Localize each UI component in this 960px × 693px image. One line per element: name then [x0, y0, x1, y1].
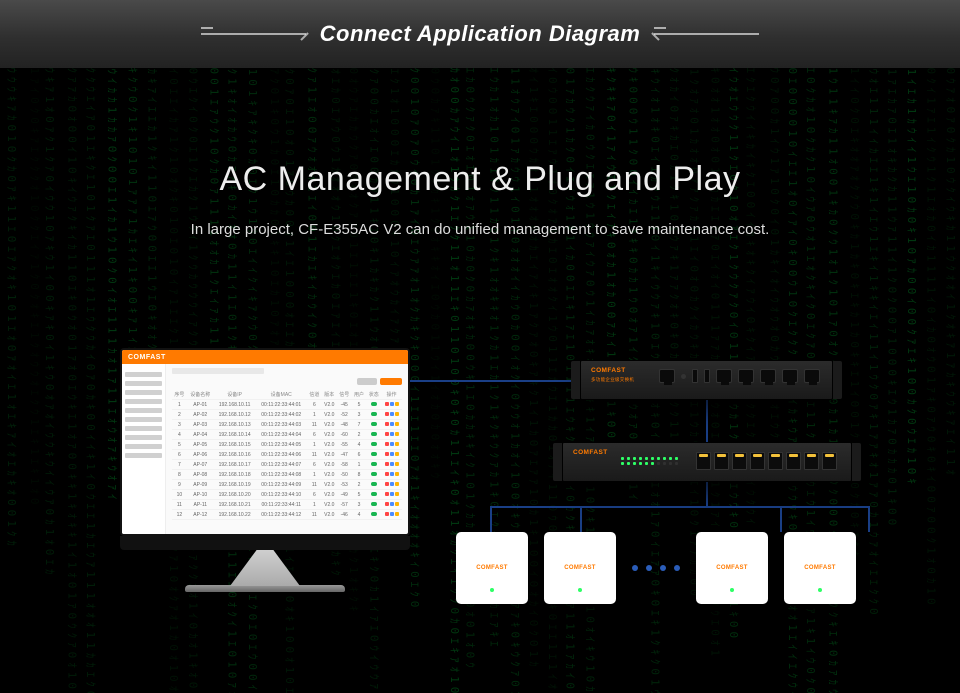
gateway-ports — [659, 369, 820, 383]
monitor-bezel — [120, 536, 410, 550]
ac-gateway-device: COMFAST 多功能企业级交换机 — [580, 360, 833, 400]
switch-ports — [696, 452, 837, 470]
ac-management-ui: COMFAST 序号设备名称设备IP设备MAC信道版本信号用户状态操作 1AP-… — [122, 350, 408, 534]
headline-subtitle: In large project, CF-E355AC V2 can do un… — [0, 221, 960, 238]
mgmt-main: 序号设备名称设备IP设备MAC信道版本信号用户状态操作 1AP-01192.16… — [166, 364, 408, 534]
wire-gateway-to-switch — [706, 400, 708, 442]
monitor-base — [185, 585, 345, 592]
device-table: 序号设备名称设备IP设备MAC信道版本信号用户状态操作 1AP-01192.16… — [172, 389, 402, 520]
mgmt-logo: COMFAST — [128, 354, 166, 361]
gateway-model: 多功能企业级交换机 — [591, 377, 634, 383]
diagram-stage: ｱｳｳｳｷｱｶ010ｸｶ0ｱｷ11ｴ0ｴｱｸｵｷ101ｴｵ0ｱｵｲｴ1ｵｴｷｱｲ… — [0, 68, 960, 693]
wire-drop-ap1 — [490, 506, 492, 532]
wire-drop-ap2 — [580, 506, 582, 532]
access-point: COMFAST — [696, 532, 768, 604]
management-monitor: COMFAST 序号设备名称设备IP设备MAC信道版本信号用户状态操作 1AP-… — [120, 348, 410, 592]
access-point: COMFAST — [784, 532, 856, 604]
ellipsis-icon — [632, 565, 680, 571]
wire-drop-ap3 — [780, 506, 782, 532]
wire-drop-ap4 — [868, 506, 870, 532]
access-point: COMFAST — [456, 532, 528, 604]
mgmt-sidebar — [122, 364, 166, 534]
mgmt-breadcrumb — [172, 368, 264, 374]
section-header: Connect Application Diagram — [0, 0, 960, 68]
section-title: Connect Application Diagram — [320, 21, 641, 47]
headline-title: AC Management & Plug and Play — [0, 160, 960, 199]
poe-switch-device: COMFAST — [562, 442, 852, 482]
access-points-row: COMFAST COMFAST COMFAST COMFAST — [456, 532, 856, 604]
topology-diagram: COMFAST 序号设备名称设备IP设备MAC信道版本信号用户状态操作 1AP-… — [0, 348, 960, 693]
divider-left-icon — [201, 33, 306, 35]
divider-right-icon — [654, 33, 759, 35]
wire-monitor-to-gateway — [410, 380, 582, 382]
monitor-stand — [230, 550, 300, 586]
switch-led-panel — [621, 457, 679, 465]
gateway-brand: COMFAST — [591, 367, 626, 374]
wire-switch-down — [706, 482, 708, 506]
switch-brand: COMFAST — [573, 449, 608, 456]
mgmt-action-buttons — [172, 378, 402, 385]
access-point: COMFAST — [544, 532, 616, 604]
mgmt-titlebar: COMFAST — [122, 350, 408, 364]
wire-switch-bus — [490, 506, 870, 508]
